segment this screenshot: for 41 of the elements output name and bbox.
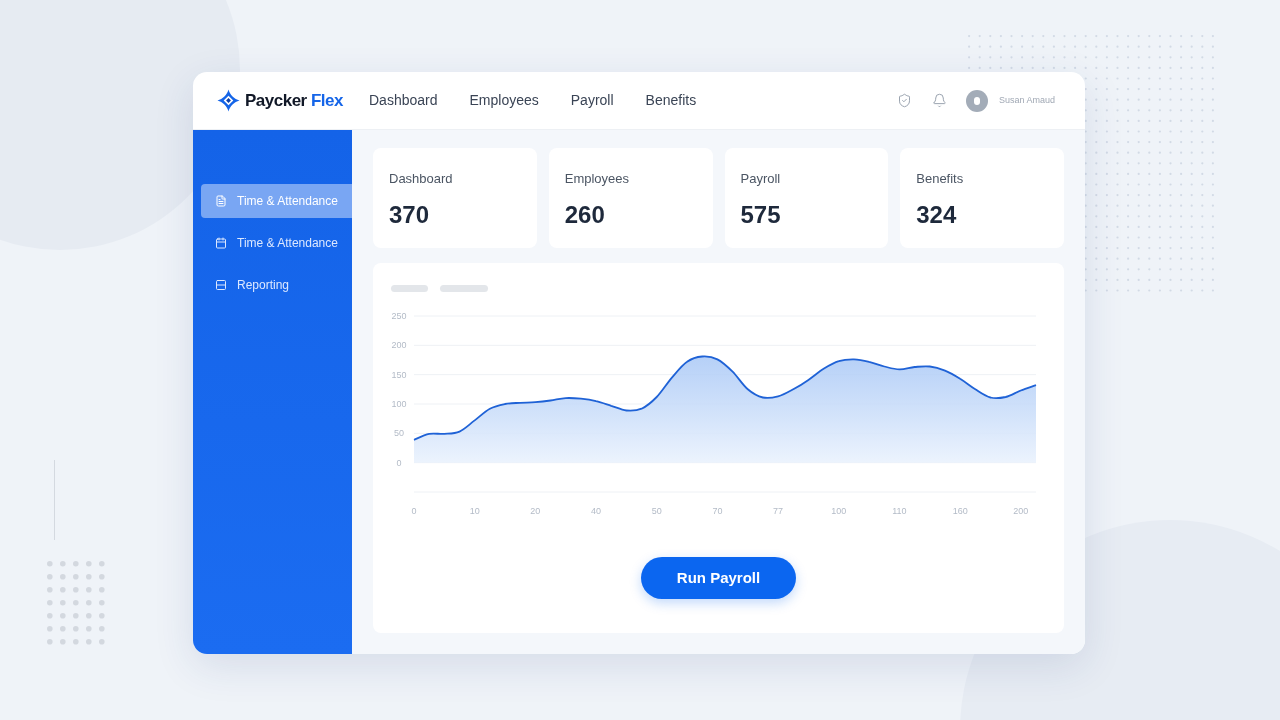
y-axis-label: 250 xyxy=(391,311,407,321)
x-axis-label: 20 xyxy=(530,506,541,516)
nav-link[interactable]: Dashboard xyxy=(369,90,438,111)
stat-value: 370 xyxy=(389,202,431,227)
x-axis-label: 0 xyxy=(411,506,417,516)
x-axis-label: 110 xyxy=(892,506,907,516)
stat-label: Employees xyxy=(564,170,631,188)
x-axis-label: 100 xyxy=(831,506,847,516)
nav-link[interactable]: Payroll xyxy=(570,90,614,111)
sidebar-item[interactable]: Time & Attendance xyxy=(201,226,352,260)
bell-icon[interactable] xyxy=(931,93,947,108)
stat-label: Payroll xyxy=(740,170,782,188)
x-axis-label: 70 xyxy=(712,506,723,516)
x-axis-label: 40 xyxy=(591,506,602,516)
nav-link[interactable]: Employees xyxy=(469,90,539,111)
stat-label: Benefits xyxy=(916,170,965,188)
y-axis-label: 100 xyxy=(391,399,407,409)
x-axis-label: 50 xyxy=(651,506,662,516)
x-axis-label: 200 xyxy=(1013,506,1029,516)
x-axis-label: 77 xyxy=(773,506,784,516)
y-axis-label: 200 xyxy=(391,340,407,351)
shield-icon[interactable] xyxy=(896,93,912,108)
logo-text: Paycker Flex xyxy=(245,89,343,112)
y-axis-label: 0 xyxy=(396,457,402,468)
nav-link[interactable]: Benefits xyxy=(645,90,697,111)
stat-value: 575 xyxy=(740,202,782,227)
y-axis-label: 50 xyxy=(394,428,404,439)
stat-value: 260 xyxy=(564,202,606,227)
document-icon xyxy=(215,195,227,207)
x-axis-label: 160 xyxy=(952,506,968,516)
x-axis-label: 10 xyxy=(469,506,480,516)
calendar-icon xyxy=(215,237,227,249)
rows-icon xyxy=(215,279,227,291)
sidebar-item[interactable]: Reporting xyxy=(201,268,352,302)
stat-label: Dashboard xyxy=(389,170,454,188)
avatar-icon[interactable] xyxy=(965,89,988,112)
stat-value: 324 xyxy=(916,202,958,227)
user-name: Susan Amaud xyxy=(998,93,1055,107)
y-axis-label: 150 xyxy=(391,369,407,380)
logo-icon xyxy=(217,89,240,112)
run-payroll-button[interactable]: Run Payroll xyxy=(641,557,796,599)
